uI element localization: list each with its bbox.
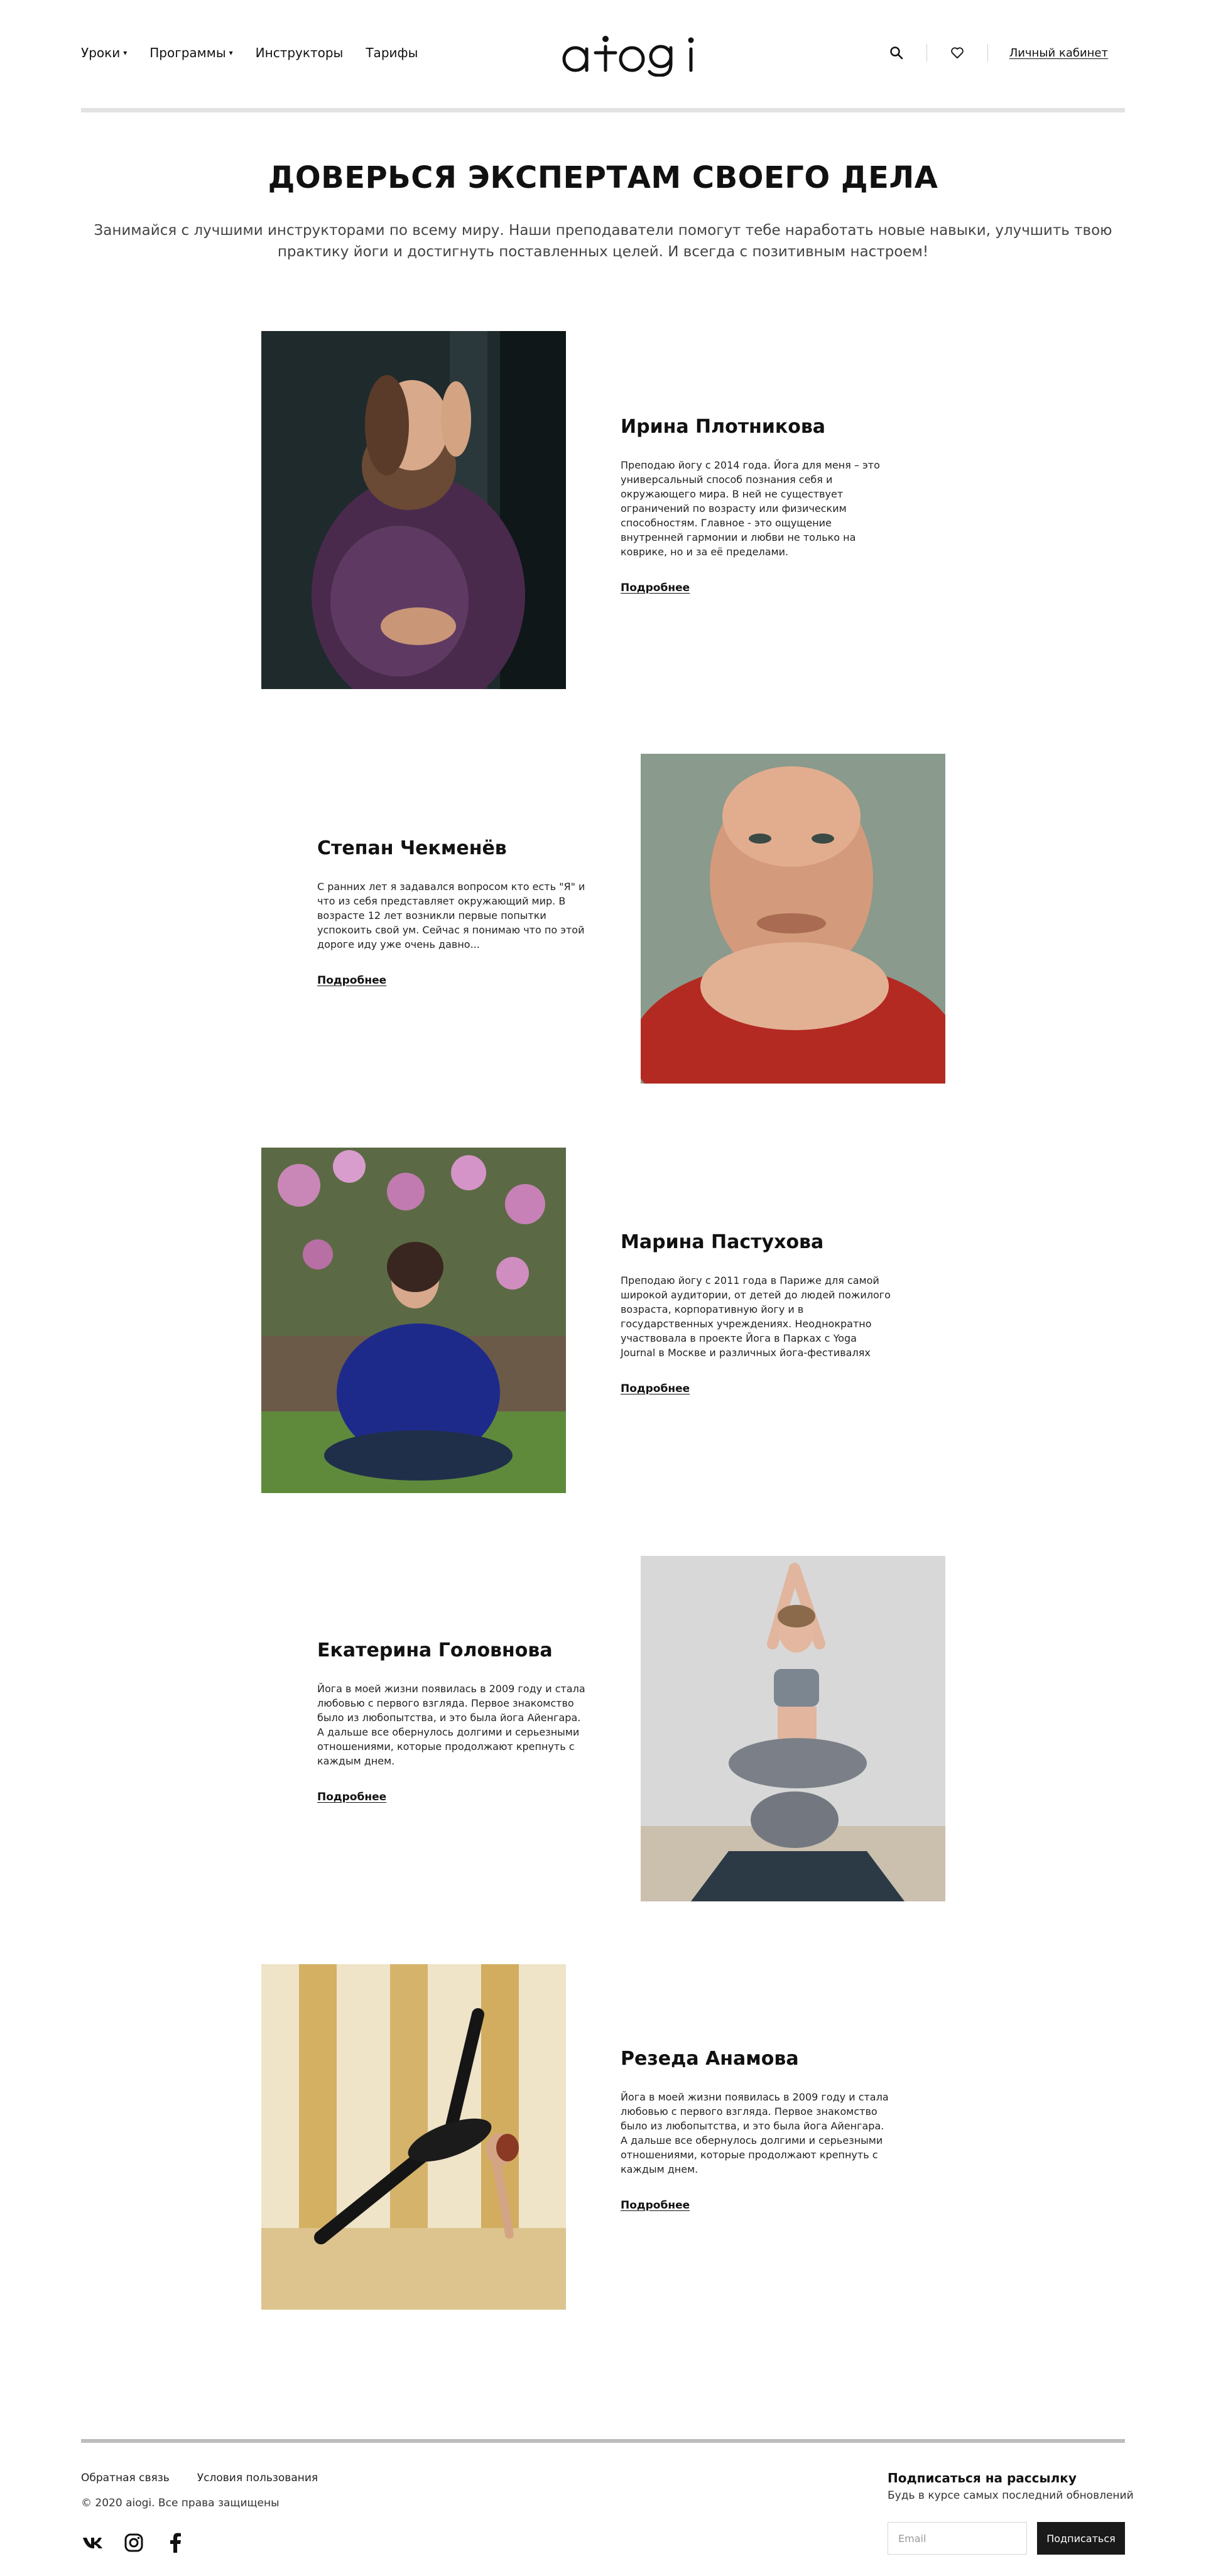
instructor-card: Екатерина Головнова Йога в моей жизни по… (0, 1556, 1206, 1901)
instructor-card: Марина Пастухова Преподаю йогу с 2011 го… (0, 1148, 1206, 1493)
instructor-bio: Йога в моей жизни появилась в 2009 году … (621, 2091, 889, 2175)
nav-item-label: Уроки (81, 45, 121, 60)
nav-item-label: Программы (149, 45, 226, 60)
instructor-info: Екатерина Головнова Йога в моей жизни по… (317, 1639, 587, 1803)
main-nav: Уроки ▾ Программы ▾ Инструкторы Тарифы (81, 45, 440, 60)
search-icon[interactable] (888, 44, 905, 62)
newsletter-subtitle: Будь в курсе самых последний обновлений (888, 2489, 1134, 2502)
feedback-link[interactable]: Обратная связь (81, 2472, 170, 2484)
header-tools: Личный кабинет (888, 43, 1108, 63)
instructor-card: Резеда Анамова Йога в моей жизни появила… (0, 1964, 1206, 2310)
more-link[interactable]: Подробнее (621, 2199, 690, 2212)
site-header: Уроки ▾ Программы ▾ Инструкторы Тарифы Л… (0, 0, 1206, 107)
instructor-info: Степан Чекменёв С ранних лет я задавался… (317, 837, 587, 987)
subscribe-button[interactable]: Подписаться (1037, 2522, 1125, 2555)
more-link[interactable]: Подробнее (317, 1791, 386, 1803)
caret-down-icon: ▾ (229, 48, 233, 57)
page-title: ДОВЕРЬСЯ ЭКСПЕРТАМ СВОЕГО ДЕЛА (268, 160, 938, 195)
page-subtitle: Занимайся с лучшими инструкторами по все… (94, 222, 1112, 260)
more-link[interactable]: Подробнее (317, 974, 386, 987)
footer-links: Обратная связь Условия пользования (81, 2472, 345, 2484)
terms-link[interactable]: Условия пользования (197, 2472, 318, 2484)
instructor-bio: Преподаю йогу с 2011 года в Париже для с… (621, 1274, 891, 1359)
instructor-photo (641, 754, 945, 1084)
account-link[interactable]: Личный кабинет (1009, 46, 1108, 60)
more-link[interactable]: Подробнее (621, 582, 690, 594)
more-link[interactable]: Подробнее (621, 1383, 690, 1395)
instructor-photo (261, 1964, 566, 2310)
instructor-name: Марина Пастухова (621, 1231, 824, 1253)
divider (987, 44, 988, 62)
aiogi-logo[interactable]: aiogi (560, 28, 709, 77)
instructor-name: Екатерина Головнова (317, 1639, 553, 1661)
nav-item-programs[interactable]: Программы ▾ (149, 45, 232, 60)
instructor-name: Ирина Плотникова (621, 416, 826, 438)
header-divider (81, 108, 1125, 112)
social-links (81, 2531, 205, 2554)
instagram-icon[interactable] (122, 2531, 145, 2554)
nav-item-pricing[interactable]: Тарифы (366, 45, 418, 60)
caret-down-icon: ▾ (123, 48, 128, 57)
nav-item-instructors[interactable]: Инструкторы (256, 45, 344, 60)
nav-item-lessons[interactable]: Уроки ▾ (81, 45, 127, 60)
instructor-name: Резеда Анамова (621, 2048, 799, 2070)
instructor-card: Ирина Плотникова Преподаю йогу с 2014 го… (0, 331, 1206, 689)
copyright: © 2020 aiogi. Все права защищены (81, 2497, 280, 2509)
heart-icon[interactable] (948, 44, 966, 62)
instructor-photo (261, 331, 566, 689)
instructor-name: Степан Чекменёв (317, 837, 507, 859)
vk-icon[interactable] (81, 2531, 104, 2554)
instructor-info: Марина Пастухова Преподаю йогу с 2011 го… (621, 1231, 891, 1395)
instructor-bio: Преподаю йогу с 2014 года. Йога для меня… (621, 459, 880, 558)
instructor-card: Степан Чекменёв С ранних лет я задавался… (0, 754, 1206, 1084)
divider (926, 44, 927, 62)
instructor-info: Резеда Анамова Йога в моей жизни появила… (621, 2048, 891, 2212)
instructor-bio: Йога в моей жизни появилась в 2009 году … (317, 1683, 585, 1767)
instructor-bio: С ранних лет я задавался вопросом кто ес… (317, 881, 585, 950)
footer-divider (81, 2439, 1125, 2443)
nav-item-label: Инструкторы (255, 45, 344, 60)
instructor-info: Ирина Плотникова Преподаю йогу с 2014 го… (621, 416, 891, 594)
newsletter-title: Подписаться на рассылку (888, 2470, 1077, 2486)
email-input[interactable] (888, 2522, 1027, 2555)
nav-item-label: Тарифы (366, 45, 418, 60)
instructor-photo (261, 1148, 566, 1493)
facebook-icon[interactable] (164, 2531, 187, 2554)
instructor-photo (641, 1556, 945, 1901)
